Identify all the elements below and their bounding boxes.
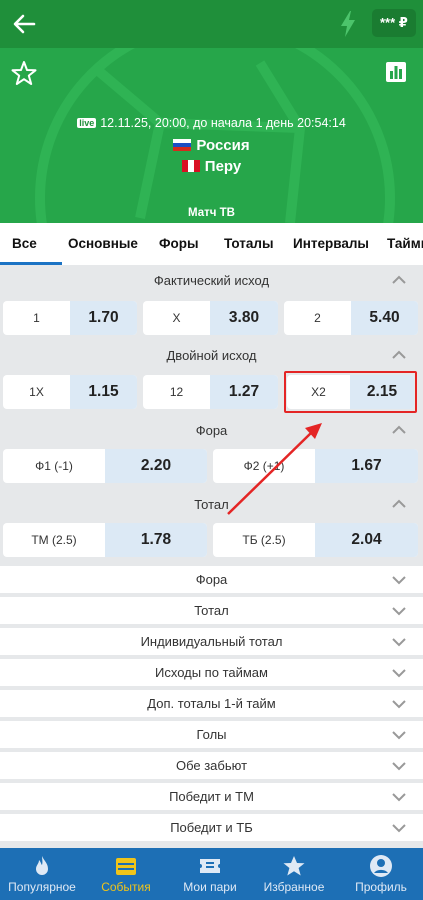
chevron-down-icon[interactable] bbox=[392, 761, 406, 771]
collapsed-market-total[interactable]: Тотал bbox=[0, 597, 423, 624]
team-1: Россия bbox=[0, 137, 423, 154]
odds-button[interactable]: ТБ (2.5) 2.04 bbox=[213, 523, 418, 557]
odds-button[interactable]: Ф2 (+1) 1.67 bbox=[213, 449, 418, 483]
lightning-icon[interactable] bbox=[338, 10, 358, 38]
match-hero: live 12.11.25, 20:00, до начала 1 день 20… bbox=[0, 48, 423, 223]
collapsed-market-both-score[interactable]: Обе забьют bbox=[0, 752, 423, 779]
tab-intervals[interactable]: Интервалы bbox=[293, 236, 369, 251]
chevron-down-icon[interactable] bbox=[392, 792, 406, 802]
odds-button[interactable]: X 3.80 bbox=[143, 301, 278, 335]
collapsed-market-first-half-totals[interactable]: Доп. тоталы 1-й тайм bbox=[0, 690, 423, 717]
live-badge: live bbox=[77, 118, 97, 128]
tab-all[interactable]: Все bbox=[12, 236, 37, 251]
market-tabs: Все Основные Форы Тоталы Интервалы Таймы bbox=[0, 223, 423, 265]
balance-badge[interactable]: *** ₽ bbox=[372, 9, 416, 37]
chevron-down-icon[interactable] bbox=[392, 606, 406, 616]
odds-button[interactable]: 1X 1.15 bbox=[3, 375, 137, 409]
star-icon bbox=[283, 856, 305, 876]
statistics-icon[interactable] bbox=[385, 61, 407, 83]
highlight-box bbox=[284, 371, 417, 413]
chevron-up-icon[interactable] bbox=[392, 350, 406, 360]
top-bar: *** ₽ bbox=[0, 0, 423, 48]
odds-button[interactable]: 2 5.40 bbox=[284, 301, 418, 335]
odds-button[interactable]: ТМ (2.5) 1.78 bbox=[3, 523, 207, 557]
tab-handicaps[interactable]: Форы bbox=[159, 236, 199, 251]
chevron-up-icon[interactable] bbox=[392, 275, 406, 285]
back-arrow-icon[interactable] bbox=[8, 8, 40, 40]
collapsed-market-win-over[interactable]: Победит и ТБ bbox=[0, 814, 423, 841]
market-header-total[interactable]: Тотал bbox=[0, 491, 423, 519]
team-2: Перу bbox=[0, 158, 423, 175]
chevron-down-icon[interactable] bbox=[392, 730, 406, 740]
chevron-down-icon[interactable] bbox=[392, 699, 406, 709]
football-background-icon bbox=[35, 48, 395, 223]
collapsed-market-half-results[interactable]: Исходы по таймам bbox=[0, 659, 423, 686]
ticket-icon bbox=[200, 859, 220, 873]
market-header-result[interactable]: Фактический исход bbox=[0, 267, 423, 295]
odds-button[interactable]: 1 1.70 bbox=[3, 301, 137, 335]
market-header-handicap[interactable]: Фора bbox=[0, 417, 423, 445]
odds-button[interactable]: 12 1.27 bbox=[143, 375, 278, 409]
bottom-navigation: Популярное События Мои пари Избранное Пр… bbox=[0, 848, 423, 900]
profile-icon bbox=[370, 855, 392, 877]
match-datetime: live 12.11.25, 20:00, до начала 1 день 20… bbox=[77, 116, 346, 130]
russia-flag-icon bbox=[173, 139, 192, 151]
tab-totals[interactable]: Тоталы bbox=[224, 236, 274, 251]
flame-icon bbox=[36, 856, 48, 875]
chevron-down-icon[interactable] bbox=[392, 575, 406, 585]
tab-halves[interactable]: Таймы bbox=[387, 236, 423, 251]
chevron-down-icon[interactable] bbox=[392, 668, 406, 678]
market-header-double-chance[interactable]: Двойной исход bbox=[0, 342, 423, 370]
nav-favorites[interactable]: Избранное bbox=[252, 848, 336, 900]
chevron-down-icon[interactable] bbox=[392, 637, 406, 647]
nav-my-bets[interactable]: Мои пари bbox=[168, 848, 252, 900]
calendar-icon bbox=[116, 858, 136, 875]
nav-events[interactable]: События bbox=[84, 848, 168, 900]
collapsed-market-handicap[interactable]: Фора bbox=[0, 566, 423, 593]
collapsed-market-win-under[interactable]: Победит и ТМ bbox=[0, 783, 423, 810]
collapsed-market-goals[interactable]: Голы bbox=[0, 721, 423, 748]
odds-button[interactable]: Ф1 (-1) 2.20 bbox=[3, 449, 207, 483]
collapsed-market-individual-total[interactable]: Индивидуальный тотал bbox=[0, 628, 423, 655]
chevron-up-icon[interactable] bbox=[392, 425, 406, 435]
nav-profile[interactable]: Профиль bbox=[339, 848, 423, 900]
chevron-up-icon[interactable] bbox=[392, 499, 406, 509]
tab-main[interactable]: Основные bbox=[68, 236, 138, 251]
peru-flag-icon bbox=[181, 160, 200, 172]
nav-popular[interactable]: Популярное bbox=[0, 848, 84, 900]
tv-channel: Матч ТВ bbox=[188, 207, 235, 219]
active-tab-indicator bbox=[0, 262, 62, 265]
favorite-star-icon[interactable] bbox=[11, 60, 37, 86]
chevron-down-icon[interactable] bbox=[392, 823, 406, 833]
